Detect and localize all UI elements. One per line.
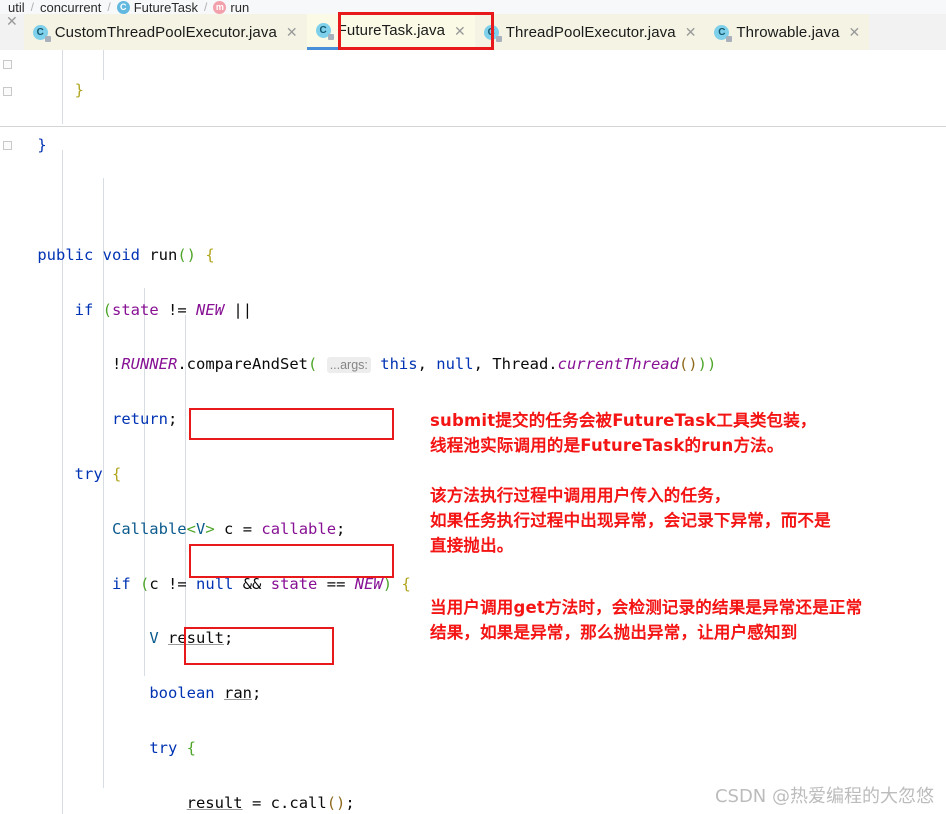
- breadcrumb-label: FutureTask: [133, 0, 199, 14]
- code-line: if (state != NEW ||: [74, 300, 253, 319]
- tab-label: FutureTask.java: [337, 22, 446, 39]
- tab-close-icon[interactable]: ✕: [0, 14, 24, 50]
- code-line: }: [37, 136, 47, 155]
- tab-close-icon[interactable]: ✕: [286, 25, 298, 39]
- annotation-3: 当用户调用get方法时，会检测记录的结果是异常还是正常 结果，如果是异常，那么抛…: [430, 598, 863, 642]
- method-icon: m: [213, 0, 227, 14]
- tab-thread-pool-executor[interactable]: C ThreadPoolExecutor.java ✕: [474, 14, 706, 50]
- tab-label: ThreadPoolExecutor.java: [505, 23, 676, 41]
- tab-close-icon[interactable]: ✕: [454, 24, 466, 38]
- breadcrumb-separator: /: [204, 0, 208, 14]
- editor-tab-bar: ✕ C CustomThreadPoolExecutor.java ✕ C Fu…: [0, 14, 946, 50]
- breadcrumb-separator: /: [107, 0, 111, 14]
- breadcrumb-label: run: [230, 0, 250, 14]
- code-line: public void run() {: [37, 245, 215, 264]
- breadcrumb-item-run[interactable]: m run: [213, 0, 249, 14]
- tab-label: Throwable.java: [736, 23, 840, 41]
- java-class-icon: C: [714, 24, 733, 42]
- breadcrumb-item-futuretask[interactable]: C FutureTask: [116, 0, 199, 14]
- tab-future-task[interactable]: C FutureTask.java ✕: [306, 14, 475, 50]
- code-line: if (c != null && state == NEW) {: [111, 574, 411, 593]
- code-line: boolean ran;: [149, 684, 262, 703]
- code-line: }: [74, 81, 84, 100]
- java-class-icon: C: [483, 24, 502, 42]
- tab-custom-thread-pool-executor[interactable]: C CustomThreadPoolExecutor.java ✕: [23, 14, 307, 50]
- annotation-2: 该方法执行过程中调用用户传入的任务， 如果任务执行过程中出现异常，会记录下异常，…: [430, 486, 831, 555]
- annotation-1: submit提交的任务会被FutureTask工具类包装， 线程池实际调用的是F…: [430, 411, 817, 455]
- java-class-icon: C: [315, 23, 334, 40]
- breadcrumb-label: util: [8, 0, 25, 14]
- breadcrumb-separator: /: [30, 0, 34, 14]
- tab-close-icon[interactable]: ✕: [685, 25, 697, 39]
- tab-close-icon[interactable]: ✕: [849, 25, 861, 39]
- breadcrumb-label: concurrent: [39, 0, 102, 14]
- class-icon: C: [116, 0, 130, 14]
- breadcrumb: util / concurrent / C FutureTask / m run: [0, 0, 946, 14]
- csdn-watermark: CSDN @热爱编程的大忽悠: [714, 786, 934, 807]
- breadcrumb-item-concurrent[interactable]: concurrent: [40, 0, 101, 14]
- breadcrumb-item-util[interactable]: util: [8, 0, 25, 14]
- tab-label: CustomThreadPoolExecutor.java: [54, 23, 277, 41]
- code-line: try {: [149, 738, 196, 757]
- java-class-icon: C: [32, 24, 51, 42]
- tab-throwable[interactable]: C Throwable.java ✕: [705, 14, 870, 50]
- code-line: !RUNNER.compareAndSet( ...args: this, nu…: [0, 355, 717, 374]
